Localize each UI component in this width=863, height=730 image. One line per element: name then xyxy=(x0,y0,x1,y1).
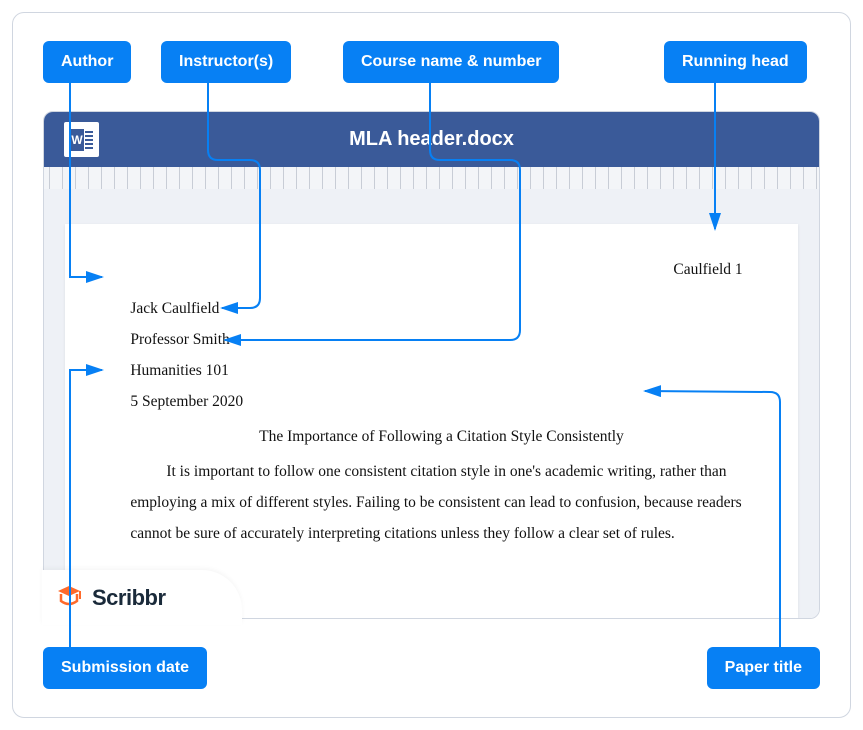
course-line: Humanities 101 xyxy=(130,355,752,386)
scribbr-brand-text: Scribbr xyxy=(92,585,166,611)
paper-title-text: The Importance of Following a Citation S… xyxy=(130,421,752,452)
label-author: Author xyxy=(43,41,131,83)
label-running-head: Running head xyxy=(664,41,807,83)
ruler xyxy=(44,167,819,189)
scribbr-icon xyxy=(54,583,84,613)
label-course: Course name & number xyxy=(343,41,559,83)
body-paragraph: It is important to follow one consistent… xyxy=(130,456,752,549)
label-paper-title: Paper title xyxy=(707,647,820,689)
running-head-text: Caulfield 1 xyxy=(130,254,752,285)
instructor-line: Professor Smith xyxy=(130,324,752,355)
scribbr-logo: Scribbr xyxy=(42,570,242,625)
doc-body-area: Caulfield 1 Jack Caulfield Professor Smi… xyxy=(44,189,819,618)
author-line: Jack Caulfield xyxy=(130,293,752,324)
word-app-icon: W xyxy=(64,122,99,157)
document-page: Caulfield 1 Jack Caulfield Professor Smi… xyxy=(65,224,797,618)
label-instructor: Instructor(s) xyxy=(161,41,291,83)
label-submission-date: Submission date xyxy=(43,647,207,689)
svg-text:W: W xyxy=(71,133,83,147)
word-document-window: W MLA header.docx Caulfield 1 Jack Caulf… xyxy=(43,111,820,619)
date-line: 5 September 2020 xyxy=(130,386,752,417)
doc-titlebar: W MLA header.docx xyxy=(44,112,819,167)
doc-filename: MLA header.docx xyxy=(44,128,819,151)
